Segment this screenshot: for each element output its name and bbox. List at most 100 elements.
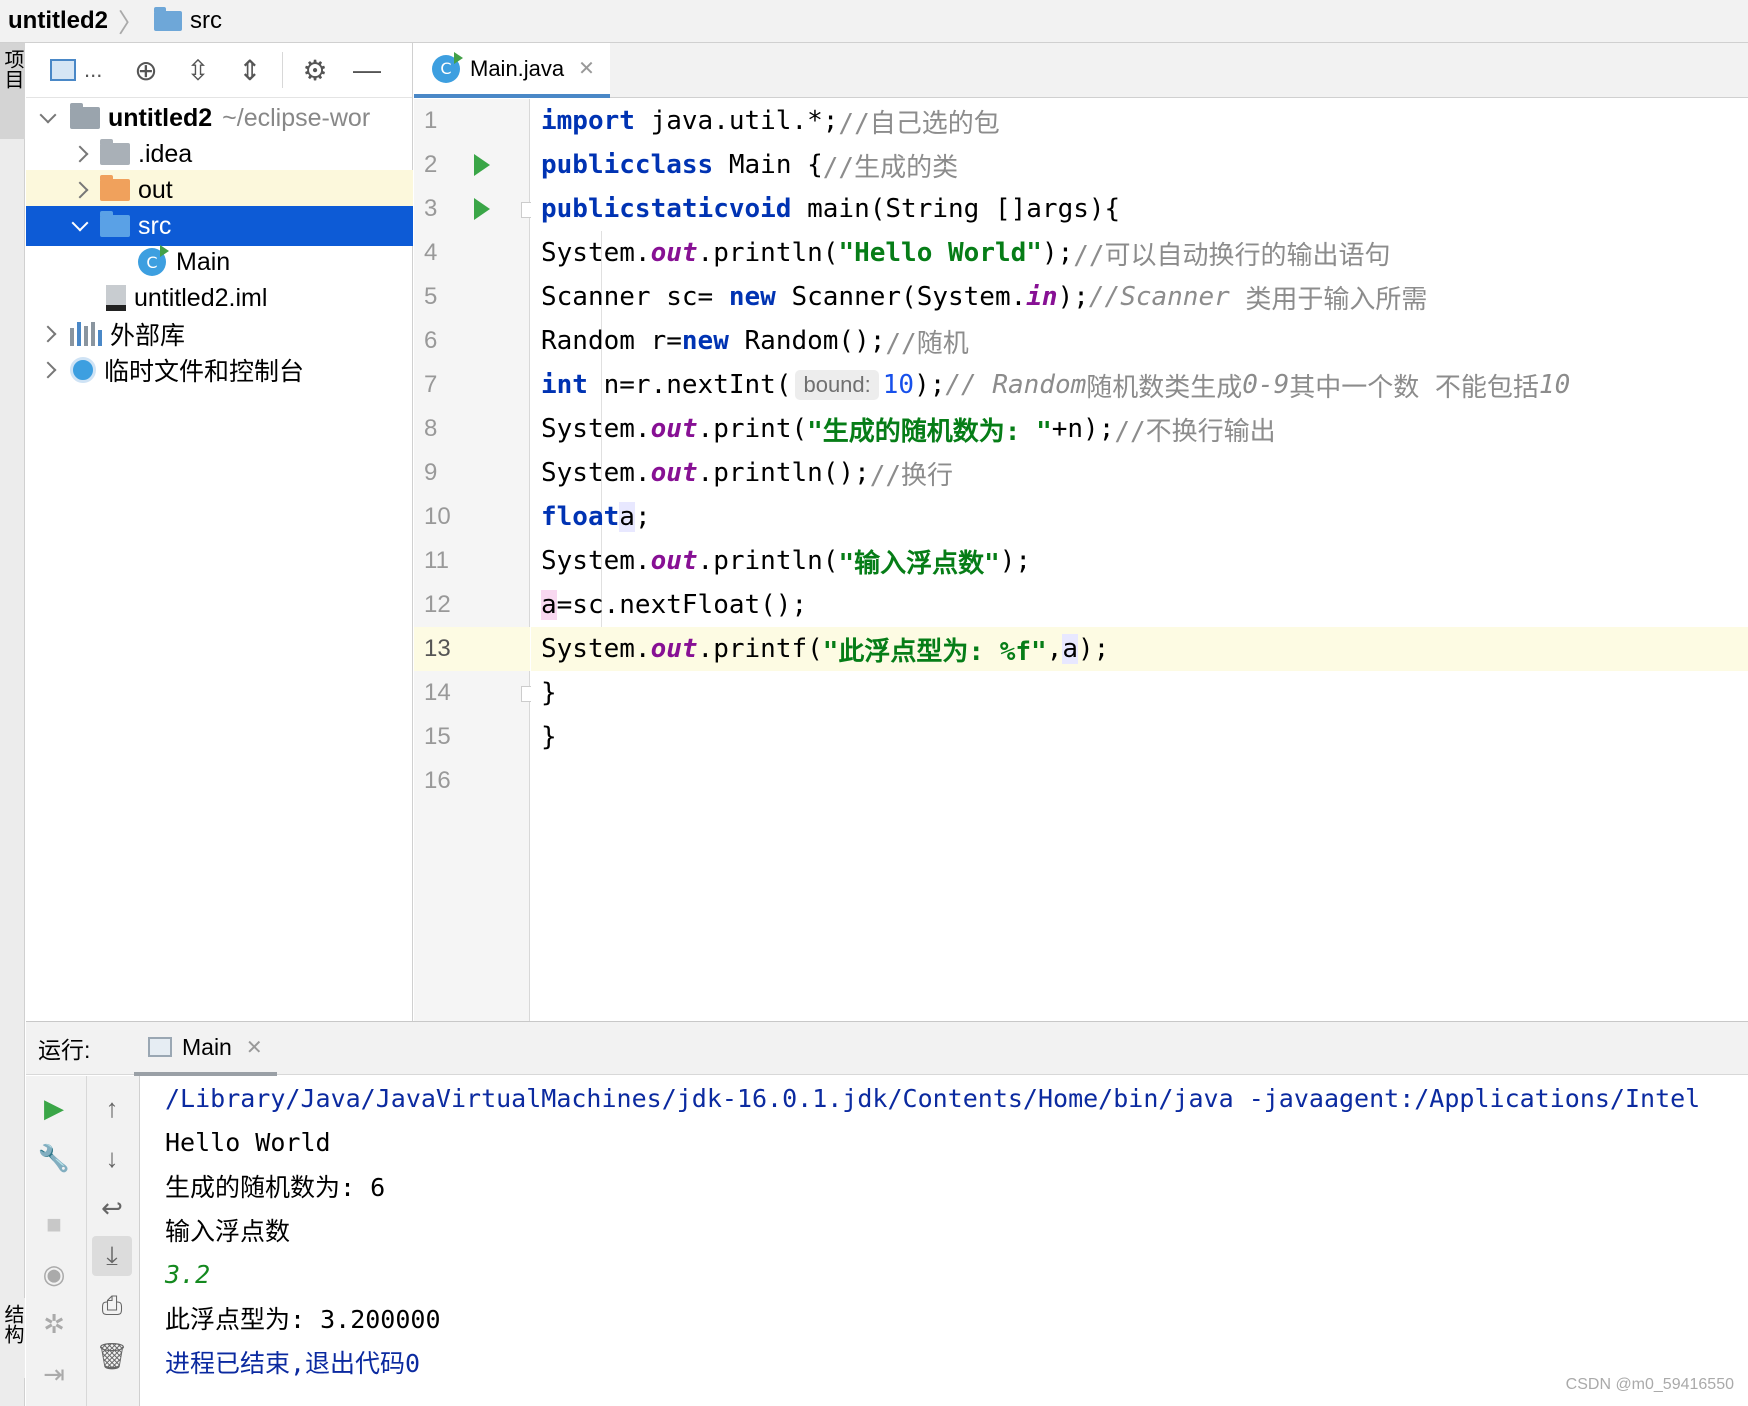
keyword: static	[634, 194, 729, 224]
code-line[interactable]: Random r= new Random();//随机	[531, 319, 1748, 363]
run-tab-label: Main	[182, 1033, 232, 1060]
line-number: 6	[424, 327, 438, 354]
code-line[interactable]: System. out .println();//换行	[531, 451, 1748, 495]
tree-item-label: untitled2	[108, 103, 213, 132]
tree-item-iml[interactable]: untitled2.iml	[26, 278, 413, 318]
code-line[interactable]: a =sc.nextFloat();	[531, 583, 1748, 627]
line-number: 1	[424, 107, 438, 134]
keyword: public	[541, 150, 635, 180]
run-main-icon[interactable]	[474, 198, 490, 220]
code-line[interactable]: public static void main(String []args){	[531, 187, 1748, 231]
code-line[interactable]: System. out .print("生成的随机数为: " +n);//不换行输出	[531, 407, 1748, 451]
code-line[interactable]: }	[531, 715, 1748, 759]
collapse-all-icon[interactable]: ⇕	[224, 44, 276, 96]
static-field: in	[1026, 282, 1058, 312]
chevron-down-icon[interactable]	[71, 214, 89, 232]
tree-item-out[interactable]: out	[26, 170, 413, 210]
code-line[interactable]: Scanner sc= new Scanner(System. in);//Sca…	[531, 275, 1748, 319]
code-text: main(String []args){	[791, 194, 1121, 224]
console-output[interactable]: /Library/Java/JavaVirtualMachines/jdk-16…	[141, 1076, 1748, 1406]
code-text: ,	[1046, 634, 1063, 664]
static-field: out	[650, 458, 698, 488]
close-icon[interactable]: ✕	[578, 56, 595, 81]
static-field: out	[650, 238, 698, 268]
code-text: Scanner(System.	[775, 282, 1027, 312]
chevron-right-icon[interactable]	[39, 325, 57, 343]
stripe-tab-structure-label: 结构	[1, 1304, 23, 1344]
chevron-right-icon[interactable]	[39, 361, 57, 379]
comment: //生成的类	[822, 152, 959, 183]
code-text: System.	[541, 546, 651, 576]
code-text: );	[1078, 634, 1110, 664]
run-panel-label: 运行:	[38, 1037, 91, 1063]
chevron-right-icon[interactable]	[71, 145, 89, 163]
run-toolbar: ▶ 🔧 ■ ◉ ✲ ⇥ ↑ ↓ ↩ ⤓ ⎙ 🗑	[26, 1076, 140, 1406]
comment: 类用于输入所需	[1229, 284, 1428, 315]
chevron-down-icon[interactable]	[39, 106, 57, 124]
code-line[interactable]: float a;	[531, 495, 1748, 539]
breadcrumb-folder[interactable]: src	[190, 7, 222, 35]
breadcrumb-project[interactable]: untitled2	[0, 7, 108, 35]
wrench-icon[interactable]: 🔧	[34, 1138, 74, 1178]
hide-icon[interactable]: —	[341, 44, 393, 96]
stripe-tab-project[interactable]: 项目	[0, 43, 25, 139]
arrow-down-icon[interactable]: ↓	[92, 1138, 132, 1178]
camera-icon[interactable]: ◉	[34, 1254, 74, 1294]
stop-icon[interactable]: ■	[34, 1204, 74, 1244]
debug-icon[interactable]: ✲	[34, 1304, 74, 1344]
close-icon[interactable]: ✕	[246, 1035, 263, 1060]
code-line[interactable]: System. out .println("Hello World");//可以自动…	[531, 231, 1748, 275]
stripe-tab-structure[interactable]: 结构	[0, 1298, 25, 1378]
tree-item-scratches[interactable]: 临时文件和控制台	[26, 350, 413, 390]
code-editor[interactable]: import java.util.*;//自己选的包 public class …	[531, 99, 1748, 1021]
comment: //随机	[885, 328, 969, 359]
console-text: 生成的随机数为: 6	[165, 1173, 386, 1202]
code-text: .println(	[697, 238, 839, 268]
console-exit-text: 进程已结束,退出代码0	[165, 1349, 421, 1378]
run-tab-main[interactable]: Main ✕	[134, 1022, 277, 1076]
gear-icon[interactable]: ⚙	[289, 44, 341, 96]
tab-main-java[interactable]: C Main.java ✕	[414, 43, 610, 98]
arrow-up-icon[interactable]: ↑	[92, 1088, 132, 1128]
code-line[interactable]: public class Main {//生成的类	[531, 143, 1748, 187]
code-line[interactable]: import java.util.*;//自己选的包	[531, 99, 1748, 143]
class-icon-letter: C	[440, 59, 452, 78]
folder-icon	[100, 139, 130, 165]
print-icon[interactable]: ⎙	[92, 1286, 132, 1326]
scroll-to-end-icon[interactable]: ⤓	[92, 1236, 132, 1276]
parameter-hint: bound:	[795, 370, 879, 400]
string-literal: "Hello World"	[838, 238, 1042, 268]
comment: //不换行输出	[1114, 416, 1276, 447]
comment: //可以自动换行的输出语句	[1073, 240, 1391, 271]
console-text: 此浮点型为: 3.200000	[165, 1305, 441, 1334]
project-view-selector[interactable]: ...	[50, 44, 120, 96]
tree-item-label: src	[138, 211, 172, 240]
run-class-icon[interactable]	[474, 154, 490, 176]
expand-all-icon[interactable]: ⇳	[172, 44, 224, 96]
code-line[interactable]: System. out .println("输入浮点数");	[531, 539, 1748, 583]
rerun-icon[interactable]: ▶	[34, 1088, 74, 1128]
code-line[interactable]: }	[531, 671, 1748, 715]
code-text: Main {	[713, 150, 823, 180]
tree-item-untitled2[interactable]: untitled2 ~/eclipse-wor	[26, 98, 413, 138]
console-line: 3.2	[165, 1252, 210, 1296]
console-line: /Library/Java/JavaVirtualMachines/jdk-16…	[165, 1076, 1700, 1120]
code-line[interactable]: int n=r.nextInt(bound: 10);// Random 随机数类生…	[531, 363, 1748, 407]
console-line: 生成的随机数为: 6	[165, 1164, 385, 1208]
code-line-current[interactable]: System. out .printf("此浮点型为: %f", a);	[531, 627, 1748, 671]
tree-item-main[interactable]: C Main	[26, 242, 413, 282]
tree-item-label: .idea	[138, 139, 193, 168]
tree-item-external-libraries[interactable]: 外部库	[26, 314, 413, 354]
exit-icon[interactable]: ⇥	[34, 1354, 74, 1394]
locate-icon[interactable]: ⊕	[120, 44, 172, 96]
trash-icon[interactable]: 🗑	[92, 1336, 132, 1376]
chevron-right-icon[interactable]	[71, 181, 89, 199]
code-text: );	[1057, 282, 1089, 312]
library-icon	[70, 322, 102, 346]
module-folder-icon	[70, 103, 100, 129]
keyword: class	[634, 150, 714, 180]
tree-item-src[interactable]: src	[26, 206, 413, 246]
comment: 随机数类生成	[1086, 372, 1243, 403]
soft-wrap-icon[interactable]: ↩	[92, 1188, 132, 1228]
tree-item-idea[interactable]: .idea	[26, 134, 413, 174]
